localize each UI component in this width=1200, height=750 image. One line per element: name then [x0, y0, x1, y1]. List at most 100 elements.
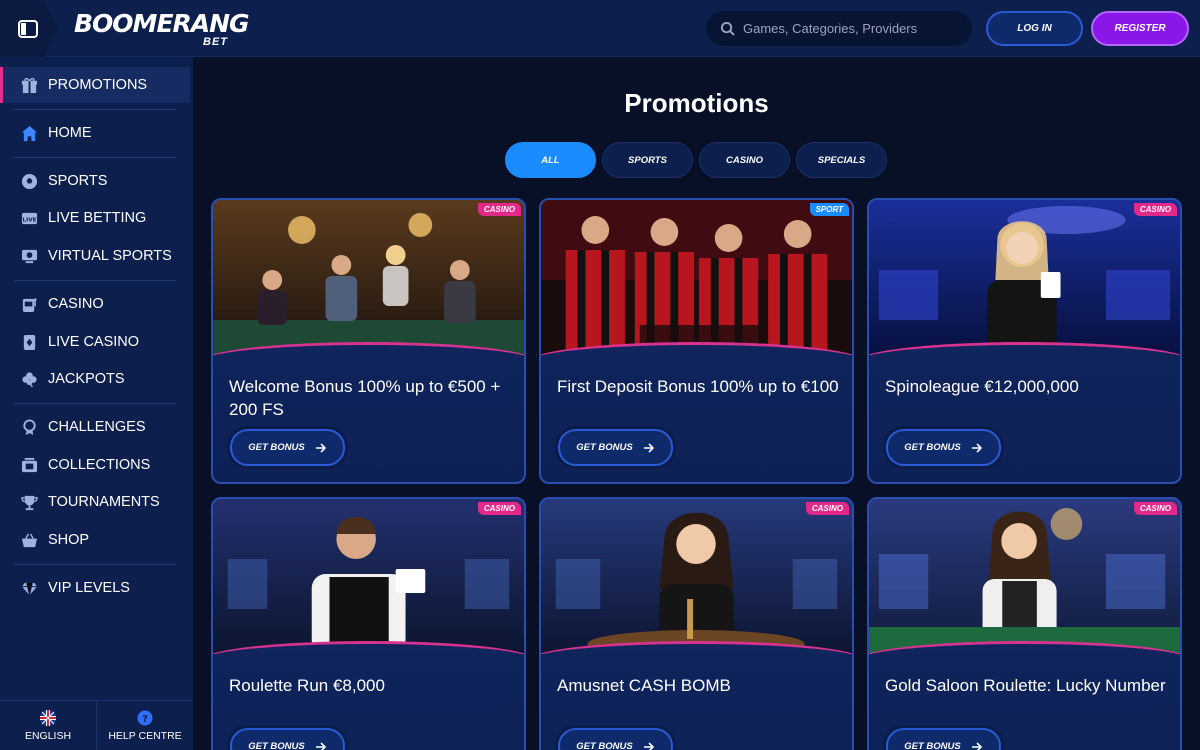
live-icon: LIVE: [20, 209, 38, 227]
medal-icon: [20, 418, 38, 436]
promo-card[interactable]: SPORT First Deposit Bonus 100% up to €10…: [539, 198, 854, 484]
arrow-right-icon: [315, 741, 326, 750]
sidebar-footer: ENGLISH ? HELP CENTRE: [0, 700, 193, 750]
sidebar-item-vip-levels[interactable]: VIP LEVELS: [0, 570, 190, 606]
promo-card[interactable]: CASINO Amusnet CASH BOMB GET BONUS: [539, 497, 854, 750]
language-selector[interactable]: ENGLISH: [0, 701, 96, 750]
get-bonus-button[interactable]: GET BONUS: [230, 728, 345, 750]
sidebar-item-virtual-sports[interactable]: VIRTUAL SPORTS: [0, 238, 190, 274]
arrow-right-icon: [971, 741, 982, 750]
get-bonus-button[interactable]: GET BONUS: [558, 429, 673, 466]
sidebar-item-label: TOURNAMENTS: [48, 494, 160, 510]
sidebar-item-live-casino[interactable]: LIVE CASINO: [0, 324, 190, 360]
get-bonus-label: GET BONUS: [248, 442, 305, 453]
arrow-right-icon: [643, 741, 654, 750]
sidebar-divider: [14, 109, 176, 110]
promo-image: [213, 499, 524, 654]
help-centre-label: HELP CENTRE: [108, 729, 182, 742]
collection-icon: [20, 456, 38, 474]
get-bonus-label: GET BONUS: [904, 442, 961, 453]
sidebar: PROMOTIONS HOME SPORTS LIVE LIVE BETTING…: [0, 57, 193, 750]
get-bonus-label: GET BONUS: [576, 442, 633, 453]
sidebar-item-label: CASINO: [48, 296, 104, 312]
arrow-right-icon: [315, 442, 326, 453]
sidebar-item-promotions[interactable]: PROMOTIONS: [0, 67, 190, 103]
arrow-right-icon: [971, 442, 982, 453]
login-button[interactable]: LOG IN: [986, 11, 1083, 46]
sidebar-item-live-betting[interactable]: LIVE LIVE BETTING: [0, 200, 190, 236]
sidebar-item-label: HOME: [48, 125, 92, 141]
promo-image: [869, 499, 1180, 654]
sidebar-divider: [14, 564, 176, 565]
sidebar-item-casino[interactable]: CASINO: [0, 286, 190, 322]
sidebar-item-collections[interactable]: COLLECTIONS: [0, 447, 190, 483]
category-badge: CASINO: [805, 502, 849, 515]
category-badge: CASINO: [1133, 203, 1177, 216]
get-bonus-label: GET BONUS: [904, 741, 961, 750]
gift-icon: [20, 76, 38, 94]
get-bonus-button[interactable]: GET BONUS: [558, 728, 673, 750]
search-input[interactable]: [743, 21, 963, 36]
help-icon: ?: [137, 710, 153, 725]
tab-casino[interactable]: CASINO: [699, 142, 790, 178]
logo-wordmark: BOOMERANG: [74, 9, 250, 38]
category-badge: CASINO: [477, 502, 521, 515]
tab-all[interactable]: ALL: [505, 142, 596, 178]
basket-icon: [20, 531, 38, 549]
brand-logo[interactable]: BOOMERANG BET: [74, 9, 250, 50]
get-bonus-label: GET BONUS: [248, 741, 305, 750]
sidebar-item-jackpots[interactable]: JACKPOTS: [0, 361, 190, 397]
promo-image: [541, 499, 852, 654]
trophy-icon: [20, 493, 38, 511]
promo-title: Welcome Bonus 100% up to €500 + 200 FS: [229, 377, 501, 419]
category-badge: CASINO: [477, 203, 521, 216]
tab-specials[interactable]: SPECIALS: [796, 142, 887, 178]
sidebar-item-label: LIVE BETTING: [48, 210, 147, 226]
category-badge: CASINO: [1133, 502, 1177, 515]
get-bonus-button[interactable]: GET BONUS: [886, 429, 1001, 466]
sidebar-divider: [14, 280, 176, 281]
get-bonus-label: GET BONUS: [576, 741, 633, 750]
promo-title: Amusnet CASH BOMB: [557, 676, 731, 695]
sidebar-item-home[interactable]: HOME: [0, 115, 190, 151]
page-title: Promotions: [624, 88, 769, 118]
tab-sports[interactable]: SPORTS: [602, 142, 693, 178]
promo-card[interactable]: CASINO Welcome Bonus 100% up to €500 + 2…: [211, 198, 526, 484]
sidebar-item-challenges[interactable]: CHALLENGES: [0, 409, 190, 445]
home-icon: [20, 124, 38, 142]
search-icon: [720, 21, 735, 36]
promo-image: [541, 200, 852, 355]
sidebar-item-shop[interactable]: SHOP: [0, 522, 190, 558]
soccer-ball-icon: [20, 172, 38, 190]
diamond-icon: [20, 579, 38, 597]
sidebar-item-label: SPORTS: [48, 173, 108, 189]
uk-flag-icon: [40, 709, 56, 726]
promo-title: First Deposit Bonus 100% up to €100: [557, 377, 839, 396]
top-header: BOOMERANG BET LOG IN REGISTER: [0, 0, 1200, 57]
sidebar-item-label: SHOP: [48, 532, 90, 548]
promo-title: Roulette Run €8,000: [229, 676, 385, 695]
search-bar[interactable]: [706, 11, 972, 46]
logo-subtitle: BET: [203, 36, 228, 48]
arrow-right-icon: [643, 442, 654, 453]
promo-card[interactable]: CASINO Roulette Run €8,000 GET BONUS: [211, 497, 526, 750]
language-label: ENGLISH: [24, 729, 72, 742]
register-button[interactable]: REGISTER: [1091, 11, 1189, 46]
promo-card[interactable]: CASINO Gold Saloon Roulette: Lucky Numbe…: [867, 497, 1182, 750]
sidebar-item-label: LIVE CASINO: [48, 334, 140, 350]
slot-machine-icon: [20, 295, 38, 313]
get-bonus-button[interactable]: GET BONUS: [886, 728, 1001, 750]
sidebar-item-sports[interactable]: SPORTS: [0, 163, 190, 199]
get-bonus-button[interactable]: GET BONUS: [230, 429, 345, 466]
promo-title: Gold Saloon Roulette: Lucky Number: [885, 676, 1166, 695]
promo-title: Spinoleague €12,000,000: [885, 377, 1079, 396]
svg-text:?: ?: [142, 714, 148, 725]
sidebar-item-tournaments[interactable]: TOURNAMENTS: [0, 484, 190, 520]
sidebar-divider: [14, 403, 176, 404]
sidebar-divider: [14, 157, 176, 158]
sidebar-item-label: PROMOTIONS: [48, 77, 148, 93]
help-centre-link[interactable]: ? HELP CENTRE: [96, 701, 193, 750]
clover-icon: [20, 370, 38, 388]
promo-card[interactable]: CASINO Spinoleague €12,000,000 GET BONUS: [867, 198, 1182, 484]
sidebar-toggle-button[interactable]: [0, 0, 58, 57]
